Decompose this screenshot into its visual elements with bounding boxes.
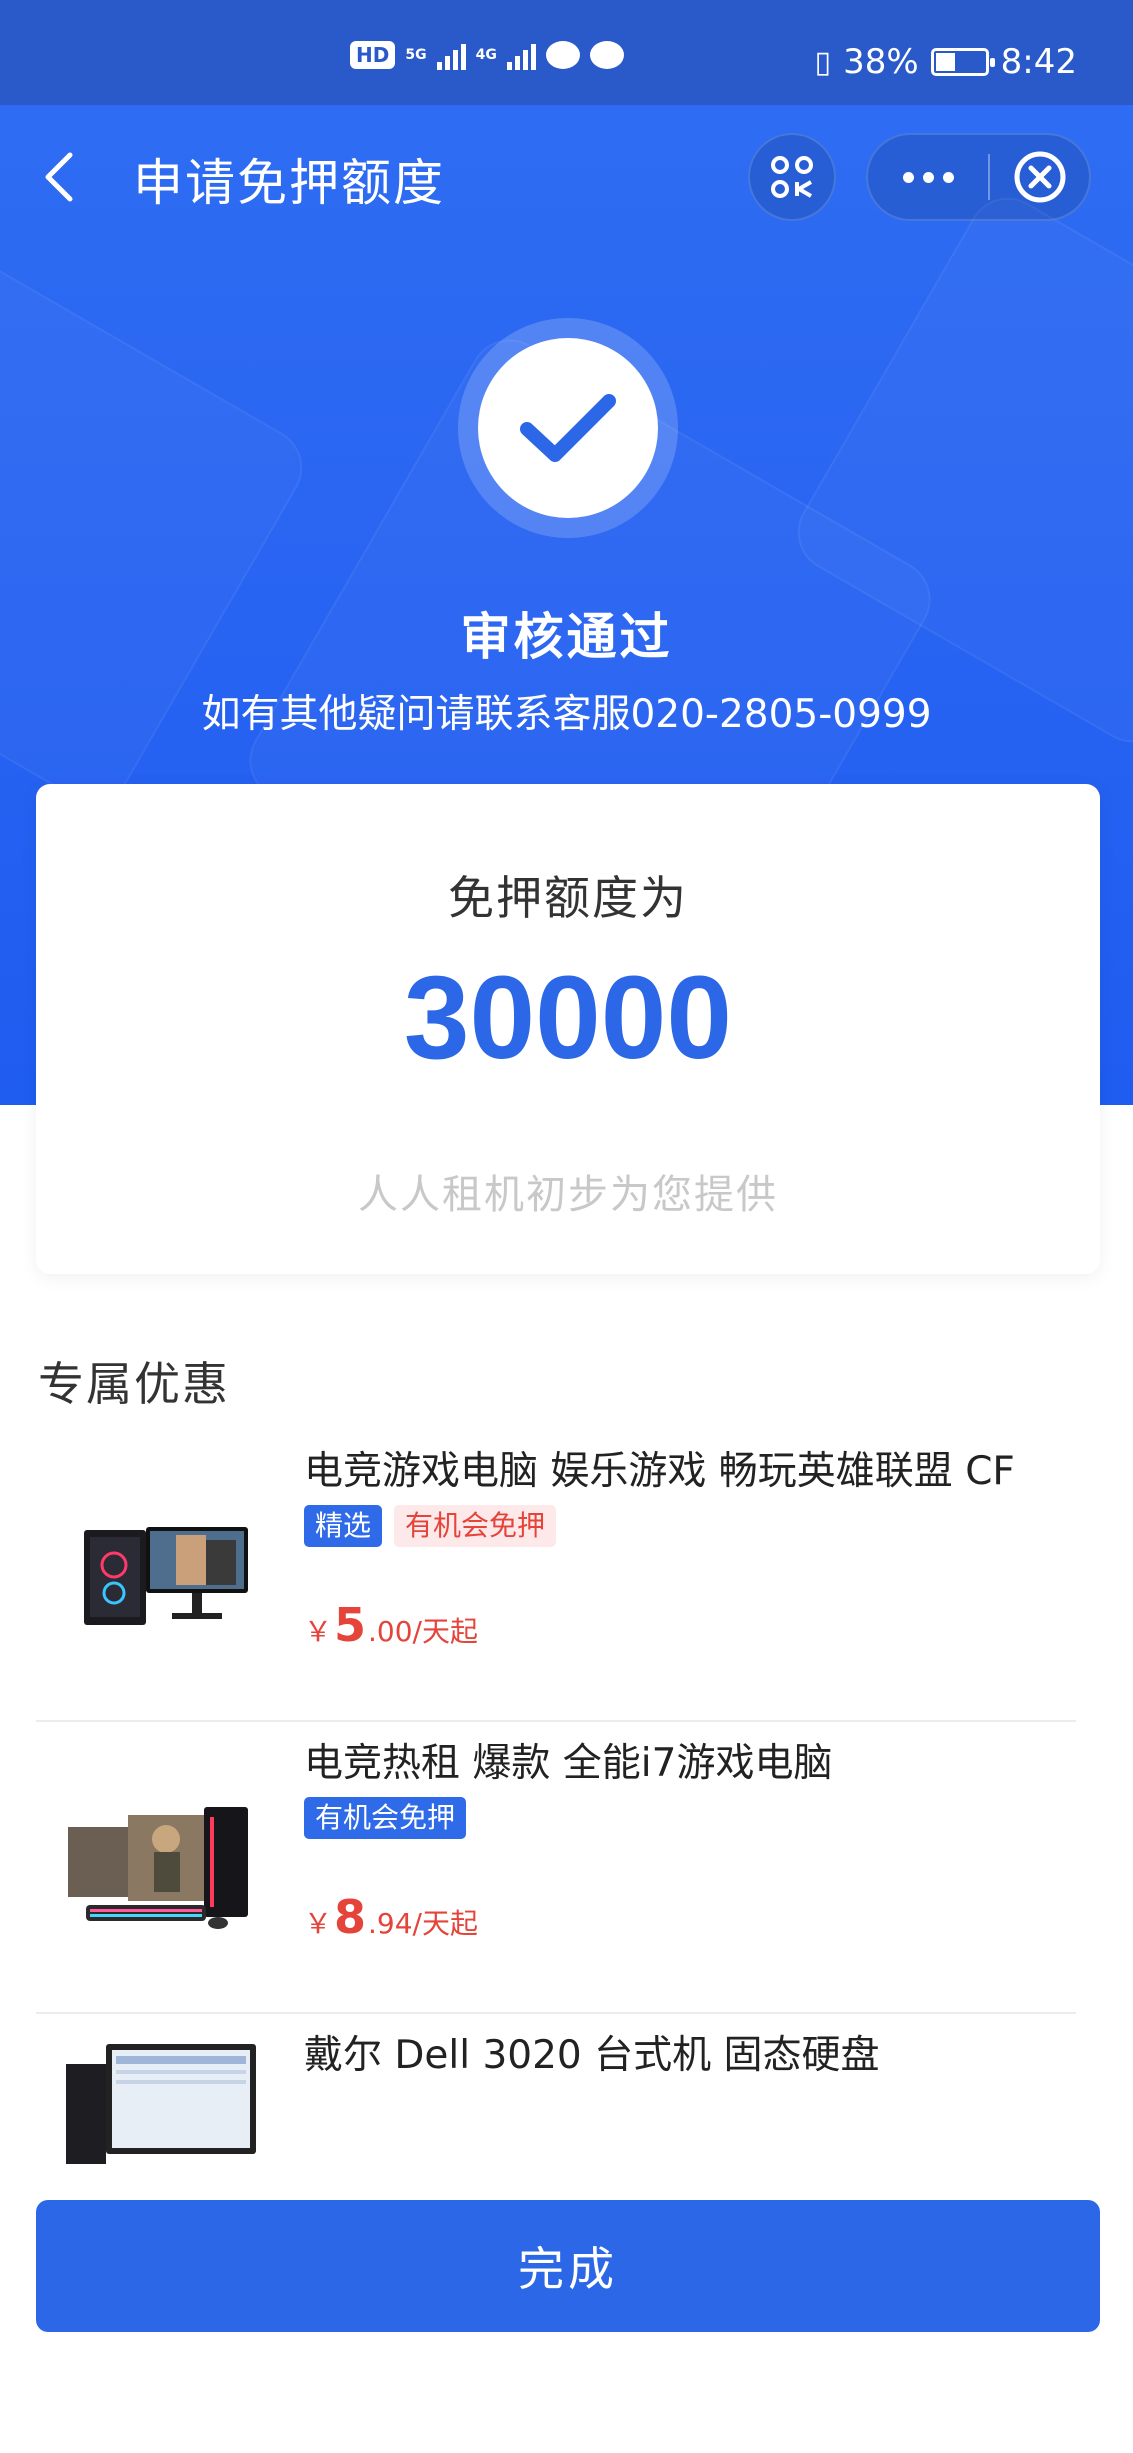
tag-featured: 精选 xyxy=(304,1505,383,1547)
battery-icon xyxy=(930,48,995,76)
battery-percent: 38% xyxy=(843,42,919,82)
network-4g-label: 4G xyxy=(475,47,497,63)
price-suffix: .00/天起 xyxy=(368,1615,478,1648)
tag-deposit-free: 有机会免押 xyxy=(304,1797,467,1839)
clock: 8:42 xyxy=(1000,42,1077,82)
page-title: 申请免押额度 xyxy=(133,154,445,212)
product-title: 电竞热租 爆款 全能i7游戏电脑 xyxy=(304,1741,833,1786)
result-subtitle: 如有其他疑问请联系客服020-2805-0999 xyxy=(201,692,932,737)
product-image xyxy=(66,1777,256,1947)
product-price: ￥ 5 .00/天起 xyxy=(304,1598,478,1652)
section-title: 专属优惠 xyxy=(38,1357,230,1411)
product-item[interactable]: 电竞热租 爆款 全能i7游戏电脑 有机会免押 ￥ 8 .94/天起 xyxy=(36,1722,1076,2014)
done-button[interactable]: 完成 xyxy=(36,2200,1100,2332)
network-5g-label: 5G xyxy=(405,47,427,63)
product-image xyxy=(66,1485,256,1655)
price-currency: ￥ xyxy=(304,1615,333,1648)
message-icon xyxy=(545,41,580,69)
status-bar: HD 5G 4G ▯ 38% 8:42 xyxy=(0,0,1133,105)
nav-bar: 申请免押额度 xyxy=(0,105,1133,245)
quota-amount: 30000 xyxy=(403,952,733,1084)
close-button[interactable] xyxy=(990,135,1089,219)
price-integer: 8 xyxy=(334,1890,367,1944)
vibrate-icon: ▯ xyxy=(814,44,832,80)
miniapp-capsule xyxy=(866,133,1091,221)
product-item[interactable]: 戴尔 Dell 3020 台式机 固态硬盘 xyxy=(36,2014,1076,2164)
product-price: ￥ 8 .94/天起 xyxy=(304,1890,478,1944)
product-tags: 有机会免押 xyxy=(304,1797,467,1839)
more-button[interactable] xyxy=(868,135,988,219)
status-right: ▯ 38% 8:42 xyxy=(815,42,1077,82)
price-currency: ￥ xyxy=(304,1907,333,1940)
product-image xyxy=(66,2044,256,2164)
signal-icon-2 xyxy=(506,40,536,70)
price-integer: 5 xyxy=(334,1598,367,1652)
chevron-left-icon xyxy=(45,152,73,202)
product-item[interactable]: 电竞游戏电脑 娱乐游戏 畅玩英雄联盟 CF 精选 有机会免押 ￥ 5 .00/天… xyxy=(36,1430,1076,1722)
checkmark-icon xyxy=(520,394,616,462)
result-title: 审核通过 xyxy=(460,608,673,666)
success-badge xyxy=(458,318,678,538)
back-button[interactable] xyxy=(40,147,90,207)
price-suffix: .94/天起 xyxy=(368,1907,478,1940)
hd-icon: HD xyxy=(350,41,396,69)
signal-icon xyxy=(436,40,466,70)
product-title: 电竞游戏电脑 娱乐游戏 畅玩英雄联盟 CF xyxy=(304,1449,1015,1494)
tag-deposit-free: 有机会免押 xyxy=(394,1505,557,1547)
scan-button[interactable] xyxy=(748,133,836,221)
status-left: HD 5G 4G xyxy=(350,40,624,70)
wechat-icon xyxy=(589,41,624,69)
more-dots-icon xyxy=(902,171,914,183)
scan-icon xyxy=(771,156,813,198)
quota-note: 人人租机初步为您提供 xyxy=(358,1172,778,1218)
close-circle-icon xyxy=(1014,151,1065,203)
product-title: 戴尔 Dell 3020 台式机 固态硬盘 xyxy=(304,2033,880,2078)
quota-label: 免押额度为 xyxy=(448,871,688,925)
quota-card: 免押额度为 30000 人人租机初步为您提供 xyxy=(36,784,1100,1274)
product-tags: 精选 有机会免押 xyxy=(304,1505,557,1547)
